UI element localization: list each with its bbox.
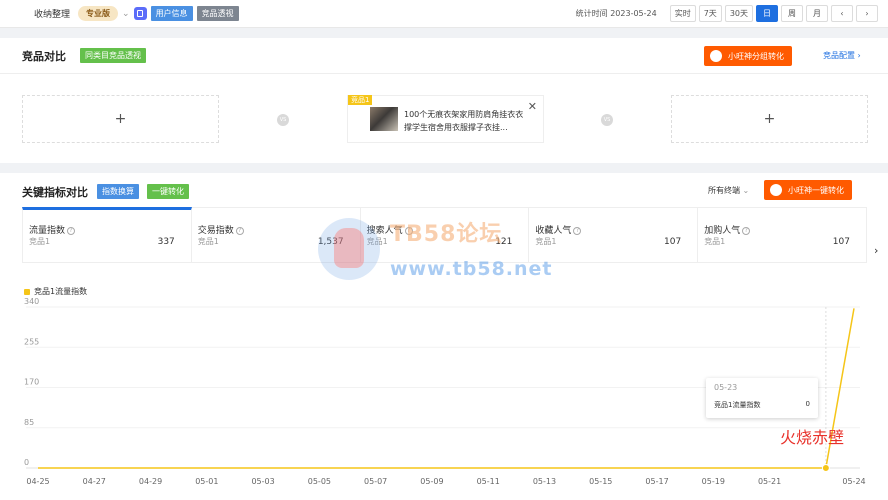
y-tick-label: 170 xyxy=(24,378,39,387)
x-tick-label: 05-24 xyxy=(842,477,865,486)
x-tick-label: 05-13 xyxy=(533,477,556,486)
x-tick-label: 05-17 xyxy=(645,477,668,486)
signature: 火烧赤壁 xyxy=(780,428,845,447)
x-tick-label: 04-25 xyxy=(26,477,49,486)
x-tick-label: 05-09 xyxy=(420,477,443,486)
x-tick-label: 04-29 xyxy=(139,477,162,486)
hand-icon xyxy=(334,228,364,268)
x-tick-label: 05-21 xyxy=(758,477,781,486)
watermark: TB58论坛 www.tb58.net xyxy=(318,214,588,284)
tooltip-value: 0 xyxy=(805,400,810,408)
x-tick-label: 05-01 xyxy=(195,477,218,486)
hover-point xyxy=(821,464,830,472)
y-tick-label: 340 xyxy=(24,297,39,306)
y-tick-label: 85 xyxy=(24,418,34,427)
x-tick-label: 05-03 xyxy=(251,477,274,486)
x-tick-label: 05-19 xyxy=(702,477,725,486)
x-tick-label: 05-05 xyxy=(308,477,331,486)
y-tick-label: 255 xyxy=(24,337,39,346)
tooltip-title: 05-23 xyxy=(714,383,738,392)
x-tick-label: 05-07 xyxy=(364,477,387,486)
tooltip-series: 竞品1流量指数 xyxy=(714,401,761,409)
x-tick-label: 05-11 xyxy=(477,477,500,486)
chart-tooltip: 05-23 竞品1流量指数 0 xyxy=(706,378,818,418)
watermark-url: www.tb58.net xyxy=(390,258,553,280)
watermark-title: TB58论坛 xyxy=(390,222,503,247)
y-tick-label: 0 xyxy=(24,458,29,467)
x-tick-label: 05-15 xyxy=(589,477,612,486)
x-tick-label: 04-27 xyxy=(83,477,106,486)
